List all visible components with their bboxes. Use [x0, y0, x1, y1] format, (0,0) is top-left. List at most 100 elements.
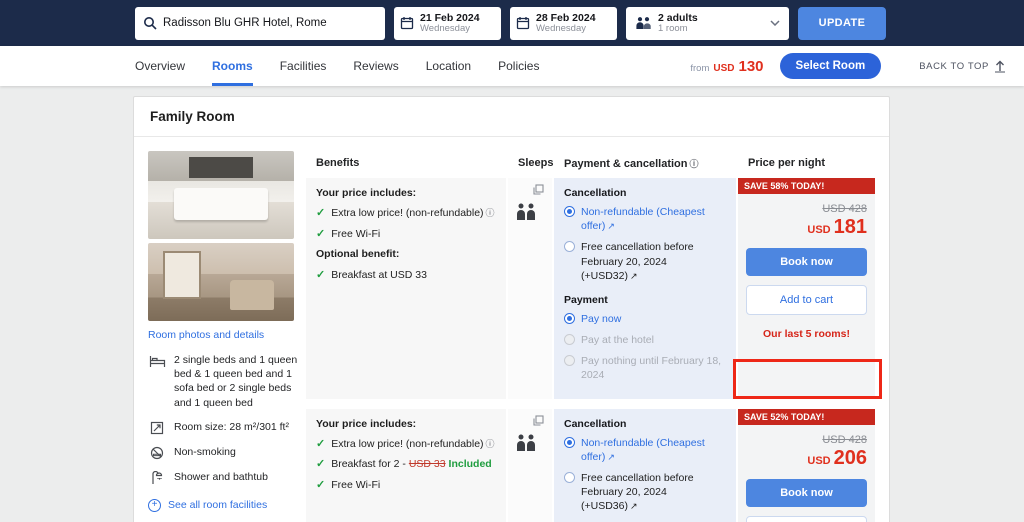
radio-disabled-icon: [564, 334, 575, 345]
checkin-date-picker[interactable]: 21 Feb 2024 Wednesday: [394, 7, 501, 40]
includes-title: Your price includes:: [316, 418, 496, 430]
benefit-item: ✓ Breakfast at USD 33: [316, 268, 496, 283]
nav-right-group: from USD 130 Select Room BACK TO TOP: [690, 53, 1006, 79]
bed-icon: [148, 353, 166, 410]
radio-disabled-icon: [564, 355, 575, 366]
save-badge: SAVE 58% TODAY!: [738, 178, 875, 194]
destination-search-box[interactable]: [135, 7, 385, 40]
radio-selected-icon[interactable]: [564, 313, 575, 324]
radio-label: Pay at the hotel: [581, 333, 654, 347]
room-summary-column: Room photos and details 2 single beds an…: [148, 151, 300, 522]
radio-free-cancellation[interactable]: Free cancellation before February 20, 20…: [564, 240, 726, 283]
radio-label: Non-refundable (Cheapest offer)↗: [581, 205, 726, 233]
room-card: Family Room Room photos and details 2 si…: [133, 96, 890, 522]
search-input[interactable]: [163, 17, 377, 29]
book-now-button[interactable]: Book now: [746, 479, 867, 507]
guests-rooms: 1 room: [658, 24, 698, 35]
current-price: USD 181: [807, 216, 867, 239]
checkout-date-picker[interactable]: 28 Feb 2024 Wednesday: [510, 7, 617, 40]
tab-facilities[interactable]: Facilities: [280, 46, 327, 86]
checkout-date: 28 Feb 2024: [536, 12, 596, 24]
adults-icon: [515, 434, 537, 451]
shower-icon: [148, 470, 166, 485]
room-photo-2[interactable]: [148, 243, 294, 321]
tab-reviews[interactable]: Reviews: [353, 46, 398, 86]
sleeps-cell: [508, 178, 552, 399]
beds-text: 2 single beds and 1 queen bed & 1 queen …: [174, 353, 300, 410]
calendar-icon: [516, 16, 530, 30]
radio-icon[interactable]: [564, 241, 575, 252]
adults-icon: [515, 203, 537, 220]
sleeps-cell: [508, 409, 552, 522]
update-button[interactable]: UPDATE: [798, 7, 886, 40]
radio-pay-nothing[interactable]: Pay nothing until February 18, 2024: [564, 354, 726, 382]
old-price: USD 428: [822, 203, 867, 215]
radio-icon[interactable]: [564, 472, 575, 483]
info-icon: ⓘ: [486, 208, 495, 218]
payment-cell: Cancellation Non-refundable (Cheapest of…: [554, 409, 736, 522]
radio-selected-icon[interactable]: [564, 206, 575, 217]
beds-detail: 2 single beds and 1 queen bed & 1 queen …: [148, 353, 300, 410]
tab-overview[interactable]: Overview: [135, 46, 185, 86]
compare-icon[interactable]: [533, 415, 544, 426]
guests-selector[interactable]: 2 adults 1 room: [626, 7, 789, 40]
top-search-bar: 21 Feb 2024 Wednesday 28 Feb 2024 Wednes…: [0, 0, 1024, 46]
bathroom-text: Shower and bathtub: [174, 470, 268, 485]
benefit-text: Extra low price! (non-refundable)ⓘ: [331, 437, 494, 452]
room-photos-link[interactable]: Room photos and details: [148, 329, 300, 341]
checkin-weekday: Wednesday: [420, 24, 480, 35]
check-icon: ✓: [316, 457, 325, 472]
checkin-date: 21 Feb 2024: [420, 12, 480, 24]
included-label: Included: [449, 458, 492, 470]
facilities-link-label: See all room facilities: [168, 499, 267, 511]
highlight-annotation-box: [733, 359, 882, 399]
radio-label: Non-refundable (Cheapest offer)↗: [581, 436, 726, 464]
benefit-item: ✓ Extra low price! (non-refundable)ⓘ: [316, 437, 496, 452]
back-to-top-icon: [994, 59, 1006, 73]
select-room-button[interactable]: Select Room: [780, 53, 882, 79]
external-link-icon: ↗: [607, 221, 615, 231]
radio-selected-icon[interactable]: [564, 437, 575, 448]
radio-nonrefundable[interactable]: Non-refundable (Cheapest offer)↗: [564, 436, 726, 464]
calendar-icon: [400, 16, 414, 30]
price-currency: USD: [807, 224, 830, 236]
info-icon: ⓘ: [690, 159, 699, 169]
room-photo-1[interactable]: [148, 151, 294, 239]
radio-free-cancellation[interactable]: Free cancellation before February 20, 20…: [564, 471, 726, 514]
checkout-weekday: Wednesday: [536, 24, 596, 35]
book-now-button[interactable]: Book now: [746, 248, 867, 276]
tab-rooms[interactable]: Rooms: [212, 46, 253, 86]
rates-table: Benefits Sleeps Payment & cancellationⓘ …: [306, 151, 875, 522]
benefits-cell: Your price includes: ✓ Extra low price! …: [306, 409, 506, 522]
hotel-tabs: Overview Rooms Facilities Reviews Locati…: [135, 46, 539, 86]
from-price: from USD 130: [690, 58, 763, 75]
old-price: USD 428: [822, 434, 867, 446]
see-all-facilities-link[interactable]: + See all room facilities: [148, 499, 300, 512]
price-amount: 206: [834, 447, 867, 470]
radio-nonrefundable[interactable]: Non-refundable (Cheapest offer)↗: [564, 205, 726, 233]
benefit-item: ✓ Free Wi-Fi: [316, 227, 496, 242]
compare-icon[interactable]: [533, 184, 544, 195]
add-to-cart-button[interactable]: Add to cart: [746, 516, 867, 522]
chevron-down-icon: [770, 20, 780, 26]
col-benefits: Benefits: [306, 151, 506, 178]
tab-location[interactable]: Location: [426, 46, 471, 86]
col-price: Price per night: [738, 151, 875, 178]
benefits-cell: Your price includes: ✓ Extra low price! …: [306, 178, 506, 399]
benefit-text: Free Wi-Fi: [331, 227, 380, 242]
radio-pay-at-hotel[interactable]: Pay at the hotel: [564, 333, 726, 347]
includes-title: Your price includes:: [316, 187, 496, 199]
room-size-icon: [148, 420, 166, 435]
rates-table-header: Benefits Sleeps Payment & cancellationⓘ …: [306, 151, 875, 178]
current-price: USD 206: [807, 447, 867, 470]
size-detail: Room size: 28 m²/301 ft²: [148, 420, 300, 435]
search-icon: [143, 16, 157, 30]
check-icon: ✓: [316, 206, 325, 221]
tab-policies[interactable]: Policies: [498, 46, 539, 86]
back-to-top-button[interactable]: BACK TO TOP: [919, 59, 1006, 73]
add-to-cart-button[interactable]: Add to cart: [746, 285, 867, 315]
price-cell: SAVE 52% TODAY! USD 428 USD 206 Book now…: [738, 409, 875, 522]
col-payment: Payment & cancellationⓘ: [554, 151, 736, 178]
info-icon: ⓘ: [486, 439, 495, 449]
radio-pay-now[interactable]: Pay now: [564, 312, 726, 326]
